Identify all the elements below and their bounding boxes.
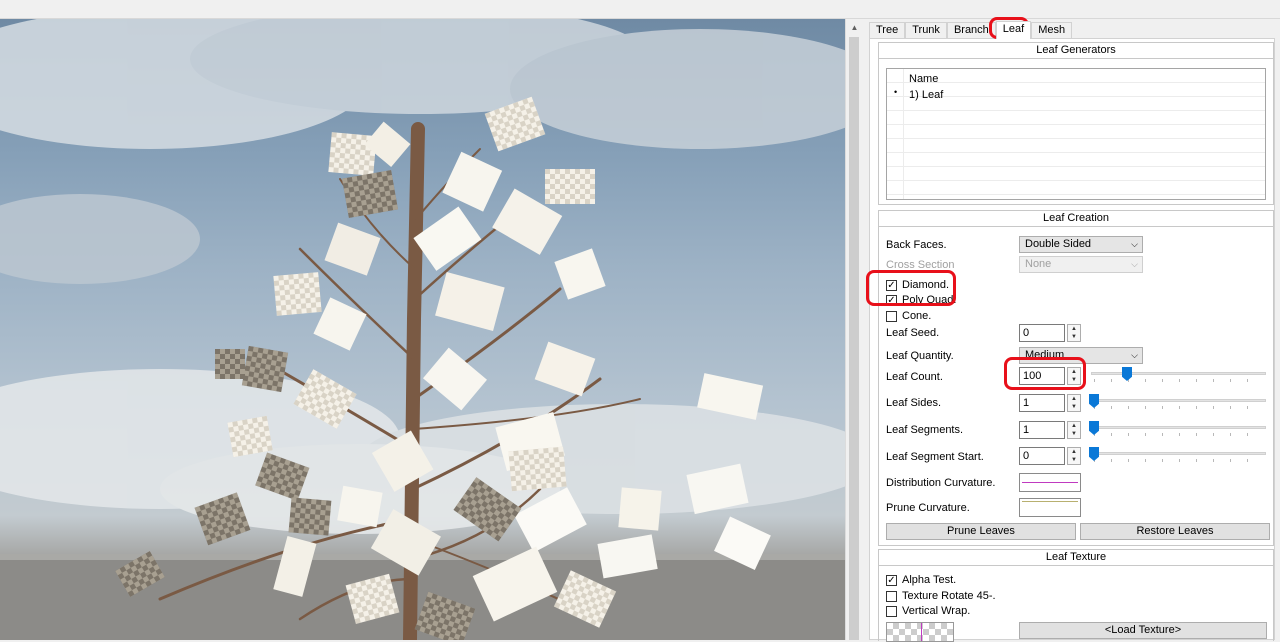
chevron-down-icon: ⌵ bbox=[1131, 350, 1138, 360]
leaf-texture-title: Leaf Texture bbox=[879, 550, 1273, 566]
tab-branch[interactable]: Branch bbox=[946, 22, 996, 39]
leaf-quantity-select[interactable]: Medium ⌵ bbox=[1019, 347, 1143, 364]
alpha-test-label: Alpha Test. bbox=[902, 574, 957, 586]
cone-label: Cone. bbox=[902, 310, 932, 322]
leaf-seed-input[interactable]: 0 bbox=[1019, 324, 1065, 342]
tree-render bbox=[0, 19, 845, 640]
checkbox-checked-icon[interactable]: ✓ bbox=[886, 574, 897, 586]
tab-mesh[interactable]: Mesh bbox=[1031, 22, 1073, 39]
cross-section-value: None bbox=[1025, 258, 1052, 270]
leaf-creation-title: Leaf Creation bbox=[879, 211, 1273, 227]
leaf-segments-spinner[interactable]: ▲ ▼ bbox=[1067, 421, 1081, 439]
texture-rotate-label: Texture Rotate 45-. bbox=[902, 590, 996, 602]
diamond-checkbox[interactable]: ✓ Diamond. bbox=[886, 279, 949, 291]
leaf-segment-start-slider[interactable] bbox=[1089, 447, 1266, 463]
leaf-texture-group: Leaf Texture ✓ Alpha Test. Texture Rotat… bbox=[878, 549, 1274, 642]
tab-leaf[interactable]: Leaf bbox=[995, 21, 1032, 39]
checkbox-unchecked-icon[interactable] bbox=[886, 590, 897, 602]
cross-section-label: Cross Section bbox=[886, 259, 955, 271]
back-faces-label: Back Faces. bbox=[886, 239, 947, 251]
leaf-segment-start-label: Leaf Segment Start. bbox=[886, 451, 984, 463]
load-texture-button[interactable]: <Load Texture> bbox=[1019, 622, 1267, 639]
generator-row-leaf[interactable]: 1) Leaf bbox=[909, 89, 943, 101]
leaf-generators-grid[interactable]: Name • 1) Leaf bbox=[886, 68, 1266, 200]
tab-tree[interactable]: Tree bbox=[869, 22, 906, 39]
vertical-scrollbar[interactable]: ▲ bbox=[845, 19, 862, 640]
back-faces-select[interactable]: Double Sided ⌵ bbox=[1019, 236, 1143, 253]
properties-panel: Tree Trunk Branch Leaf Mesh Leaf Generat… bbox=[863, 19, 1280, 642]
chevron-down-icon: ⌵ bbox=[1131, 259, 1138, 269]
leaf-sides-slider[interactable] bbox=[1089, 394, 1266, 410]
scroll-up-icon[interactable]: ▲ bbox=[846, 21, 863, 35]
prune-leaves-button[interactable]: Prune Leaves bbox=[886, 523, 1076, 540]
cross-section-select[interactable]: None ⌵ bbox=[1019, 256, 1143, 273]
leaf-segment-start-spinner[interactable]: ▲ ▼ bbox=[1067, 447, 1081, 465]
leaf-count-spinner[interactable]: ▲ ▼ bbox=[1067, 367, 1081, 385]
leaf-tab-content: Leaf Generators Name • 1) Leaf Leaf Crea… bbox=[869, 38, 1275, 642]
tab-trunk[interactable]: Trunk bbox=[905, 22, 947, 39]
leaf-segments-label: Leaf Segments. bbox=[886, 424, 964, 436]
leaf-sides-label: Leaf Sides. bbox=[886, 397, 942, 409]
title-bar bbox=[0, 0, 1280, 19]
leaf-creation-group: Leaf Creation Back Faces. Double Sided ⌵… bbox=[878, 210, 1274, 546]
prune-curvature-label: Prune Curvature. bbox=[886, 502, 970, 514]
texture-rotate-checkbox[interactable]: Texture Rotate 45-. bbox=[886, 590, 996, 602]
restore-leaves-button[interactable]: Restore Leaves bbox=[1080, 523, 1270, 540]
scroll-thumb[interactable] bbox=[849, 37, 859, 640]
leaf-seed-label: Leaf Seed. bbox=[886, 327, 940, 339]
texture-preview bbox=[886, 622, 954, 642]
leaf-quantity-label: Leaf Quantity. bbox=[886, 350, 954, 362]
prune-curvature-editor[interactable] bbox=[1019, 498, 1081, 517]
cone-checkbox[interactable]: Cone. bbox=[886, 310, 931, 322]
checkbox-checked-icon[interactable]: ✓ bbox=[886, 294, 897, 306]
grid-column-name: Name bbox=[909, 73, 939, 85]
leaf-count-label: Leaf Count. bbox=[886, 371, 943, 383]
vertical-wrap-label: Vertical Wrap. bbox=[902, 605, 971, 617]
leaf-segments-slider[interactable] bbox=[1089, 421, 1266, 437]
leaf-generators-title: Leaf Generators bbox=[879, 43, 1273, 59]
leaf-segment-start-input[interactable]: 0 bbox=[1019, 447, 1065, 465]
checkbox-unchecked-icon[interactable] bbox=[886, 310, 897, 322]
leaf-count-slider[interactable] bbox=[1091, 367, 1266, 383]
chevron-down-icon: ⌵ bbox=[1131, 239, 1138, 249]
tab-strip: Tree Trunk Branch Leaf Mesh bbox=[869, 21, 1073, 39]
tree-viewport[interactable] bbox=[0, 19, 845, 640]
leaf-sides-spinner[interactable]: ▲ ▼ bbox=[1067, 394, 1081, 412]
alpha-test-checkbox[interactable]: ✓ Alpha Test. bbox=[886, 574, 956, 586]
leaf-quantity-value: Medium bbox=[1025, 349, 1065, 361]
leaf-count-input[interactable]: 100 bbox=[1019, 367, 1065, 385]
leaf-sides-input[interactable]: 1 bbox=[1019, 394, 1065, 412]
row-selector-icon: • bbox=[894, 87, 898, 97]
poly-quad-checkbox[interactable]: ✓ Poly Quad. bbox=[886, 294, 956, 306]
leaf-seed-spinner[interactable]: ▲ ▼ bbox=[1067, 324, 1081, 342]
vertical-wrap-checkbox[interactable]: Vertical Wrap. bbox=[886, 605, 970, 617]
diamond-label: Diamond. bbox=[902, 279, 950, 291]
back-faces-value: Double Sided bbox=[1025, 238, 1092, 250]
distribution-curvature-label: Distribution Curvature. bbox=[886, 477, 996, 489]
checkbox-unchecked-icon[interactable] bbox=[886, 605, 897, 617]
checkbox-checked-icon[interactable]: ✓ bbox=[886, 279, 897, 291]
leaf-generators-group: Leaf Generators Name • 1) Leaf bbox=[878, 42, 1274, 205]
distribution-curvature-editor[interactable] bbox=[1019, 473, 1081, 492]
poly-quad-label: Poly Quad. bbox=[902, 294, 957, 306]
leaf-segments-input[interactable]: 1 bbox=[1019, 421, 1065, 439]
